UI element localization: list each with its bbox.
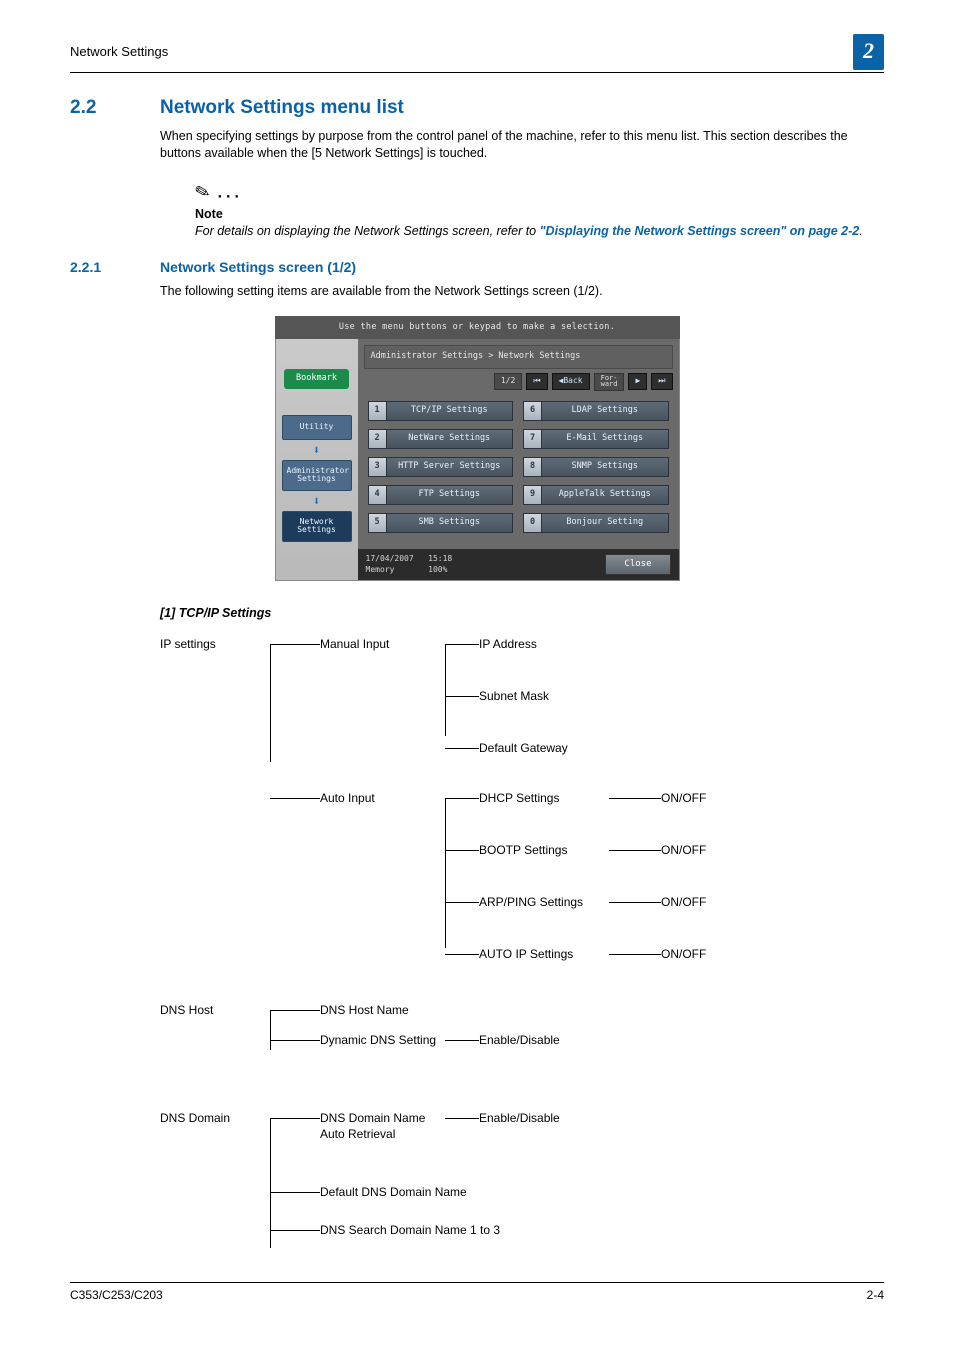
panel-option-6[interactable]: 6LDAP Settings [523,401,669,421]
tree-dns-host: DNS Host [160,1002,270,1018]
panel-option-7[interactable]: 7E-Mail Settings [523,429,669,449]
tree-dynamic-dns: Dynamic DNS Setting [320,1032,445,1048]
tree-enable-disable: Enable/Disable [479,1032,609,1048]
back-button[interactable]: ◀Back [552,373,590,390]
tree-ip-settings: IP settings [160,636,270,652]
tree-default-gateway: Default Gateway [479,740,609,756]
section-title: Network Settings menu list [160,95,404,121]
tree-dns-domain: DNS Domain [160,1110,270,1126]
settings-tree: IP settings Manual Input IP Address Subn… [160,636,780,1242]
note-text-a: For details on displaying the Network Se… [195,224,540,238]
tree-ip-address: IP Address [479,636,609,652]
tree-onoff: ON/OFF [661,842,741,858]
tree-bootp: BOOTP Settings [479,842,609,858]
note-text: For details on displaying the Network Se… [195,223,884,240]
panel-option-5[interactable]: 5SMB Settings [368,513,514,533]
tree-dns-domain-auto: DNS Domain Name Auto Retrieval [320,1110,445,1142]
tree-dns-host-name: DNS Host Name [320,1002,445,1018]
panel-option-9[interactable]: 9AppleTalk Settings [523,485,669,505]
panel-option-4[interactable]: 4FTP Settings [368,485,514,505]
tree-dhcp: DHCP Settings [479,790,609,806]
panel-breadcrumb: Administrator Settings > Network Setting… [364,345,673,368]
panel-date: 17/04/2007 [366,554,414,563]
tree-enable-disable: Enable/Disable [479,1110,609,1126]
running-header: Network Settings [70,43,168,61]
tree-onoff: ON/OFF [661,946,741,962]
tree-autoip: AUTO IP Settings [479,946,609,962]
page-last-button[interactable]: ⏭ [651,373,672,390]
tree-onoff: ON/OFF [661,790,741,806]
forward-button[interactable]: For-ward [594,373,625,391]
page-indicator: 1/2 [494,373,522,390]
crumb-admin-settings[interactable]: Administrator Settings [282,460,352,491]
panel-time: 15:18 [428,554,452,563]
crumb-arrow-icon: ⬇ [313,493,320,509]
tree-dns-search: DNS Search Domain Name 1 to 3 [320,1222,620,1238]
tree-subnet-mask: Subnet Mask [479,688,609,704]
tree-manual-input: Manual Input [320,636,445,652]
crumb-utility[interactable]: Utility [282,415,352,440]
tree-default-dns-domain: Default DNS Domain Name [320,1184,620,1200]
subsection-intro: The following setting items are availabl… [160,283,884,300]
subsection-number: 2.2.1 [70,258,160,277]
page-first-button[interactable]: ⏮ [526,373,547,390]
panel-instruction: Use the menu buttons or keypad to make a… [275,316,680,339]
panel-memory-value: 100% [428,565,447,574]
panel-option-1[interactable]: 1TCP/IP Settings [368,401,514,421]
section-number: 2.2 [70,95,160,121]
footer-page: 2-4 [867,1287,884,1303]
subsection-title: Network Settings screen (1/2) [160,258,356,277]
note-dots: ... [218,185,243,202]
page-next-button[interactable]: ▶ [628,373,647,390]
note-label: Note [195,206,884,223]
crumb-arrow-icon: ⬇ [313,442,320,458]
note-link[interactable]: "Displaying the Network Settings screen"… [540,224,860,238]
panel-option-2[interactable]: 2NetWare Settings [368,429,514,449]
panel-option-8[interactable]: 8SNMP Settings [523,457,669,477]
crumb-network-settings[interactable]: Network Settings [282,511,352,542]
panel-option-0[interactable]: 0Bonjour Setting [523,513,669,533]
tree-auto-input: Auto Input [320,790,445,806]
panel-option-3[interactable]: 3HTTP Server Settings [368,457,514,477]
tcpip-heading: [1] TCP/IP Settings [160,605,884,622]
section-intro: When specifying settings by purpose from… [160,128,884,162]
close-button[interactable]: Close [605,554,670,574]
footer-model: C353/C253/C203 [70,1287,163,1303]
chapter-badge: 2 [853,34,884,70]
bookmark-button[interactable]: Bookmark [284,369,349,388]
panel-memory-label: Memory [366,565,395,574]
tree-arpping: ARP/PING Settings [479,894,609,910]
note-text-b: . [859,224,862,238]
device-panel: Use the menu buttons or keypad to make a… [275,316,680,581]
note-icon: ✎ [192,179,213,206]
tree-onoff: ON/OFF [661,894,741,910]
